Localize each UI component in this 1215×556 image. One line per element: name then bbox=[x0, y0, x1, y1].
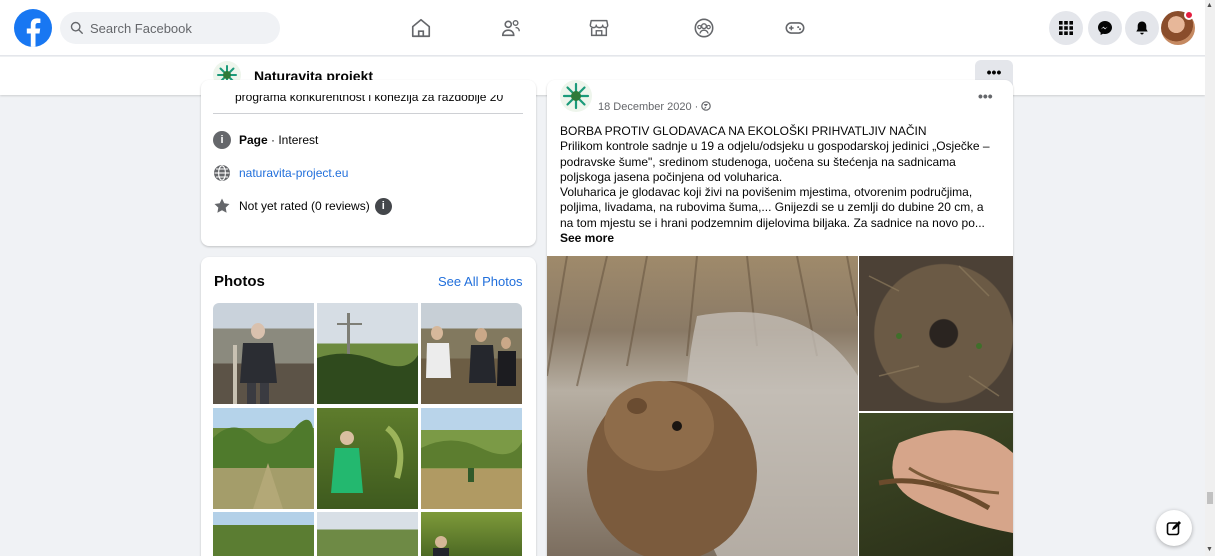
website-row: naturavita-project.eu bbox=[213, 164, 348, 182]
post-options-button[interactable]: ••• bbox=[978, 88, 993, 104]
photo-thumbnail[interactable] bbox=[213, 512, 314, 556]
gaming-icon[interactable] bbox=[781, 14, 809, 42]
star-icon bbox=[213, 197, 231, 215]
post-paragraph: Prilikom kontrole sadnje u 19 a odjelu/o… bbox=[560, 139, 990, 184]
notification-dot bbox=[1184, 10, 1194, 20]
search-icon bbox=[70, 21, 83, 34]
photo-thumbnail[interactable] bbox=[317, 303, 418, 404]
post-paragraph: Voluharica je glodavac koji živi na povi… bbox=[560, 185, 985, 230]
post-main-photo[interactable] bbox=[546, 255, 859, 556]
friends-icon[interactable] bbox=[497, 14, 525, 42]
search-input[interactable] bbox=[90, 20, 270, 36]
photo-thumbnail[interactable] bbox=[213, 408, 314, 509]
scrollbar-thumb[interactable] bbox=[1207, 492, 1213, 504]
about-card bbox=[201, 80, 536, 246]
photo-thumbnail[interactable] bbox=[421, 512, 522, 556]
top-navigation-bar bbox=[0, 0, 1205, 56]
website-link[interactable]: naturavita-project.eu bbox=[239, 166, 348, 180]
bell-icon[interactable] bbox=[1125, 11, 1159, 45]
page-category-label: Page bbox=[239, 133, 268, 147]
info-icon: i bbox=[213, 131, 231, 149]
photo-thumbnail[interactable] bbox=[421, 303, 522, 404]
page-category-row: i Page · Interest bbox=[213, 131, 318, 149]
see-more-link[interactable]: See more bbox=[560, 231, 614, 245]
rating-info-icon[interactable]: i bbox=[374, 197, 392, 215]
rating-row: Not yet rated (0 reviews) i bbox=[213, 197, 392, 215]
photo-thumbnail[interactable] bbox=[213, 303, 314, 404]
about-intro-text: programa konkurentnost i kohezija za raz… bbox=[235, 95, 504, 104]
photo-thumbnail[interactable] bbox=[317, 408, 418, 509]
photo-thumbnail[interactable] bbox=[421, 408, 522, 509]
post-headline: BORBA PROTIV GLODAVACA NA EKOLOŠKI PRIHV… bbox=[560, 124, 927, 138]
post-photo-burrow[interactable] bbox=[859, 256, 1013, 411]
scroll-up-arrow-icon[interactable]: ▲ bbox=[1206, 2, 1213, 9]
photo-thumbnail[interactable] bbox=[317, 512, 418, 556]
post-author-avatar[interactable] bbox=[560, 80, 592, 112]
globe-icon bbox=[213, 164, 231, 182]
search-bar[interactable] bbox=[60, 12, 280, 44]
scroll-down-arrow-icon[interactable]: ▼ bbox=[1206, 546, 1213, 553]
compose-icon bbox=[1166, 521, 1181, 536]
post-date[interactable]: 18 December 2020 · bbox=[598, 101, 712, 113]
window-scrollbar[interactable] bbox=[1205, 0, 1215, 556]
see-all-photos-link[interactable]: See All Photos bbox=[438, 274, 523, 289]
globe-icon bbox=[701, 101, 712, 111]
facebook-logo-icon[interactable] bbox=[14, 9, 52, 47]
groups-icon[interactable] bbox=[690, 14, 718, 42]
post-text: BORBA PROTIV GLODAVACA NA EKOLOŠKI PRIHV… bbox=[560, 124, 1000, 246]
page-category-value: · Interest bbox=[267, 133, 319, 147]
menu-grid-icon[interactable] bbox=[1049, 11, 1083, 45]
home-icon[interactable] bbox=[407, 14, 435, 42]
photos-title: Photos bbox=[214, 273, 265, 290]
messenger-icon[interactable] bbox=[1088, 11, 1122, 45]
post-photo-hand[interactable] bbox=[859, 413, 1013, 556]
rating-text: Not yet rated (0 reviews) bbox=[239, 199, 370, 213]
about-divider bbox=[213, 113, 523, 114]
new-message-button[interactable] bbox=[1156, 510, 1192, 546]
marketplace-icon[interactable] bbox=[585, 14, 613, 42]
